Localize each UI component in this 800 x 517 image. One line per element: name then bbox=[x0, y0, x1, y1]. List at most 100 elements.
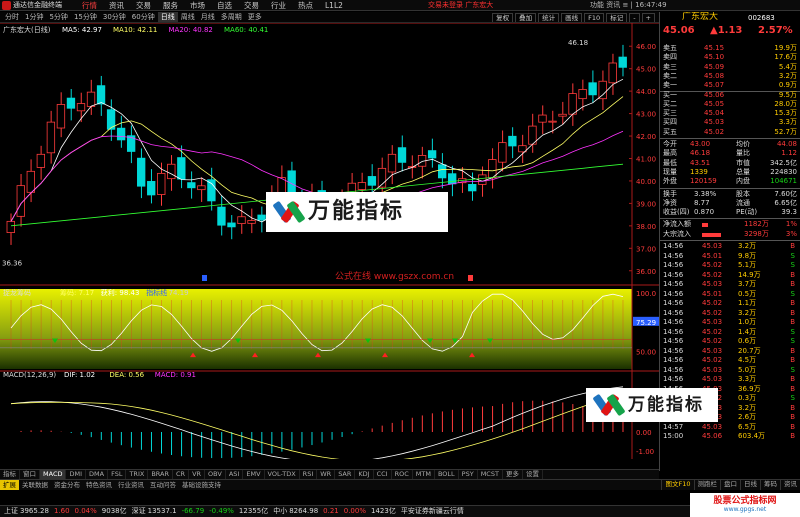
event-marker[interactable] bbox=[468, 275, 473, 281]
period-tab[interactable]: 5分钟 bbox=[46, 12, 70, 22]
indicator-tab[interactable]: MTM bbox=[413, 470, 435, 479]
toolbar-button[interactable]: 统计 bbox=[538, 13, 560, 22]
indicator-tab[interactable]: WR bbox=[317, 470, 336, 479]
candle-body[interactable] bbox=[387, 153, 397, 173]
toolbar-button[interactable]: 复权 bbox=[492, 13, 514, 22]
indicator-tab[interactable]: DMA bbox=[86, 470, 109, 479]
candle-body[interactable] bbox=[6, 220, 15, 233]
candle-body[interactable] bbox=[177, 157, 186, 180]
period-tab[interactable]: 日线 bbox=[157, 12, 178, 22]
candle-body[interactable] bbox=[137, 157, 146, 187]
menu-item[interactable]: 服务 bbox=[157, 0, 184, 10]
period-tab[interactable]: 更多 bbox=[245, 12, 265, 22]
candle-body[interactable] bbox=[26, 170, 35, 193]
indicator-tab[interactable]: 设置 bbox=[523, 470, 543, 479]
indicator-tab[interactable]: CCI bbox=[374, 470, 392, 479]
toolbar-button[interactable]: - bbox=[629, 13, 640, 22]
candle-body[interactable] bbox=[508, 135, 517, 147]
indicator-tab[interactable]: TRIX bbox=[126, 470, 149, 479]
toolbar-button[interactable]: 标记 bbox=[606, 13, 628, 22]
candle-body[interactable] bbox=[197, 185, 206, 191]
candle-body[interactable] bbox=[598, 80, 607, 100]
panel-tab[interactable]: 资讯 bbox=[780, 480, 800, 490]
period-tab[interactable]: 1分钟 bbox=[22, 12, 46, 22]
candle-body[interactable] bbox=[66, 97, 76, 109]
candle-body[interactable] bbox=[538, 114, 547, 123]
indicator-tab[interactable]: 窗口 bbox=[20, 470, 40, 479]
login-notice[interactable]: 交易未登录 广东宏大 bbox=[428, 2, 493, 9]
candle-body[interactable] bbox=[217, 206, 226, 226]
candle-body[interactable] bbox=[86, 91, 96, 107]
kline-chart[interactable]: 广东宏大(日线) MA5: 42.97 MA10: 42.11 MA20: 40.82… bbox=[0, 23, 659, 459]
menu-item[interactable]: 交易 bbox=[130, 0, 157, 10]
candle-body[interactable] bbox=[56, 104, 66, 129]
toolbar-button[interactable]: F10 bbox=[584, 13, 605, 22]
top-right-controls[interactable]: 功能 资讯 ≡ | 16:47:49 bbox=[590, 2, 667, 9]
link-tab[interactable]: 资金分布 bbox=[51, 480, 83, 490]
period-tab[interactable]: 多周期 bbox=[218, 12, 245, 22]
link-tab[interactable]: 关联数据 bbox=[19, 480, 51, 490]
candle-body[interactable] bbox=[46, 121, 56, 154]
candle-body[interactable] bbox=[367, 176, 377, 186]
indicator-tab[interactable]: ROC bbox=[392, 470, 413, 479]
link-tab[interactable]: 基础设施支持 bbox=[179, 480, 224, 490]
indicator-tab[interactable]: KDJ bbox=[355, 470, 374, 479]
indicator-tab[interactable]: ASI bbox=[226, 470, 244, 479]
toolbar-button[interactable]: + bbox=[641, 13, 655, 22]
candle-body[interactable] bbox=[478, 174, 487, 185]
candle-body[interactable] bbox=[76, 103, 86, 112]
candle-body[interactable] bbox=[36, 153, 46, 168]
candle-body[interactable] bbox=[207, 179, 216, 202]
candle-body[interactable] bbox=[548, 120, 557, 123]
menu-item[interactable]: 市场 bbox=[184, 0, 211, 10]
indicator-tab[interactable]: 更多 bbox=[503, 470, 523, 479]
toolbar-button[interactable]: 画线 bbox=[561, 13, 583, 22]
indicator-tab[interactable]: FSL bbox=[108, 470, 127, 479]
link-tab[interactable]: 互动问答 bbox=[147, 480, 179, 490]
candle-body[interactable] bbox=[608, 62, 617, 84]
chart-area[interactable]: 广东宏大(日线) MA5: 42.97 MA10: 42.11 MA20: 40.82… bbox=[0, 23, 659, 459]
candle-body[interactable] bbox=[157, 172, 166, 195]
indicator-tab[interactable]: BRAR bbox=[148, 470, 173, 479]
indicator-tab[interactable]: RSI bbox=[300, 470, 318, 479]
candle-body[interactable] bbox=[568, 93, 577, 115]
menu-item[interactable]: 资讯 bbox=[103, 0, 130, 10]
candle-body[interactable] bbox=[397, 147, 407, 163]
period-tab[interactable]: 月线 bbox=[198, 12, 218, 22]
candle-body[interactable] bbox=[437, 164, 447, 179]
candle-body[interactable] bbox=[558, 113, 567, 117]
candle-body[interactable] bbox=[237, 216, 246, 224]
indicator-tab[interactable]: MACD bbox=[40, 470, 67, 479]
indicator-tab[interactable]: EMV bbox=[243, 470, 265, 479]
event-marker[interactable] bbox=[202, 275, 207, 281]
indicator-tab[interactable]: BOLL bbox=[435, 470, 459, 479]
candle-body[interactable] bbox=[147, 181, 156, 196]
candle-body[interactable] bbox=[498, 142, 507, 163]
menu-item[interactable]: 热点 bbox=[292, 0, 319, 10]
panel-tab[interactable]: 图文F10 bbox=[661, 480, 693, 490]
panel-tab[interactable]: 测跑栏 bbox=[693, 480, 721, 490]
candle-body[interactable] bbox=[618, 56, 627, 68]
indicator-tab[interactable]: MCST bbox=[478, 470, 503, 479]
panel-tab[interactable]: 筹码 bbox=[760, 480, 780, 490]
panel-tab[interactable]: 盘口 bbox=[720, 480, 740, 490]
indicator-tab[interactable]: PSY bbox=[459, 470, 478, 479]
period-tab[interactable]: 30分钟 bbox=[100, 12, 129, 22]
period-tab[interactable]: 分时 bbox=[2, 12, 22, 22]
indicator-tab[interactable]: CR bbox=[173, 470, 190, 479]
period-tab[interactable]: 15分钟 bbox=[71, 12, 100, 22]
indicator-tab[interactable]: OBV bbox=[205, 470, 226, 479]
link-tab[interactable]: 特色资讯 bbox=[83, 480, 115, 490]
candle-body[interactable] bbox=[578, 89, 587, 100]
menu-item[interactable]: 交易 bbox=[238, 0, 265, 10]
candle-body[interactable] bbox=[588, 82, 597, 96]
panel-tab[interactable]: 日线 bbox=[740, 480, 760, 490]
period-tab[interactable]: 周线 bbox=[178, 12, 198, 22]
indicator-tab[interactable]: VR bbox=[189, 470, 206, 479]
candle-body[interactable] bbox=[96, 85, 106, 105]
candle-body[interactable] bbox=[167, 163, 176, 180]
indicator-tab[interactable]: 指标 bbox=[0, 470, 20, 479]
menu-item[interactable]: L1L2 bbox=[319, 0, 349, 10]
candle-body[interactable] bbox=[187, 182, 196, 189]
candle-body[interactable] bbox=[448, 173, 457, 185]
